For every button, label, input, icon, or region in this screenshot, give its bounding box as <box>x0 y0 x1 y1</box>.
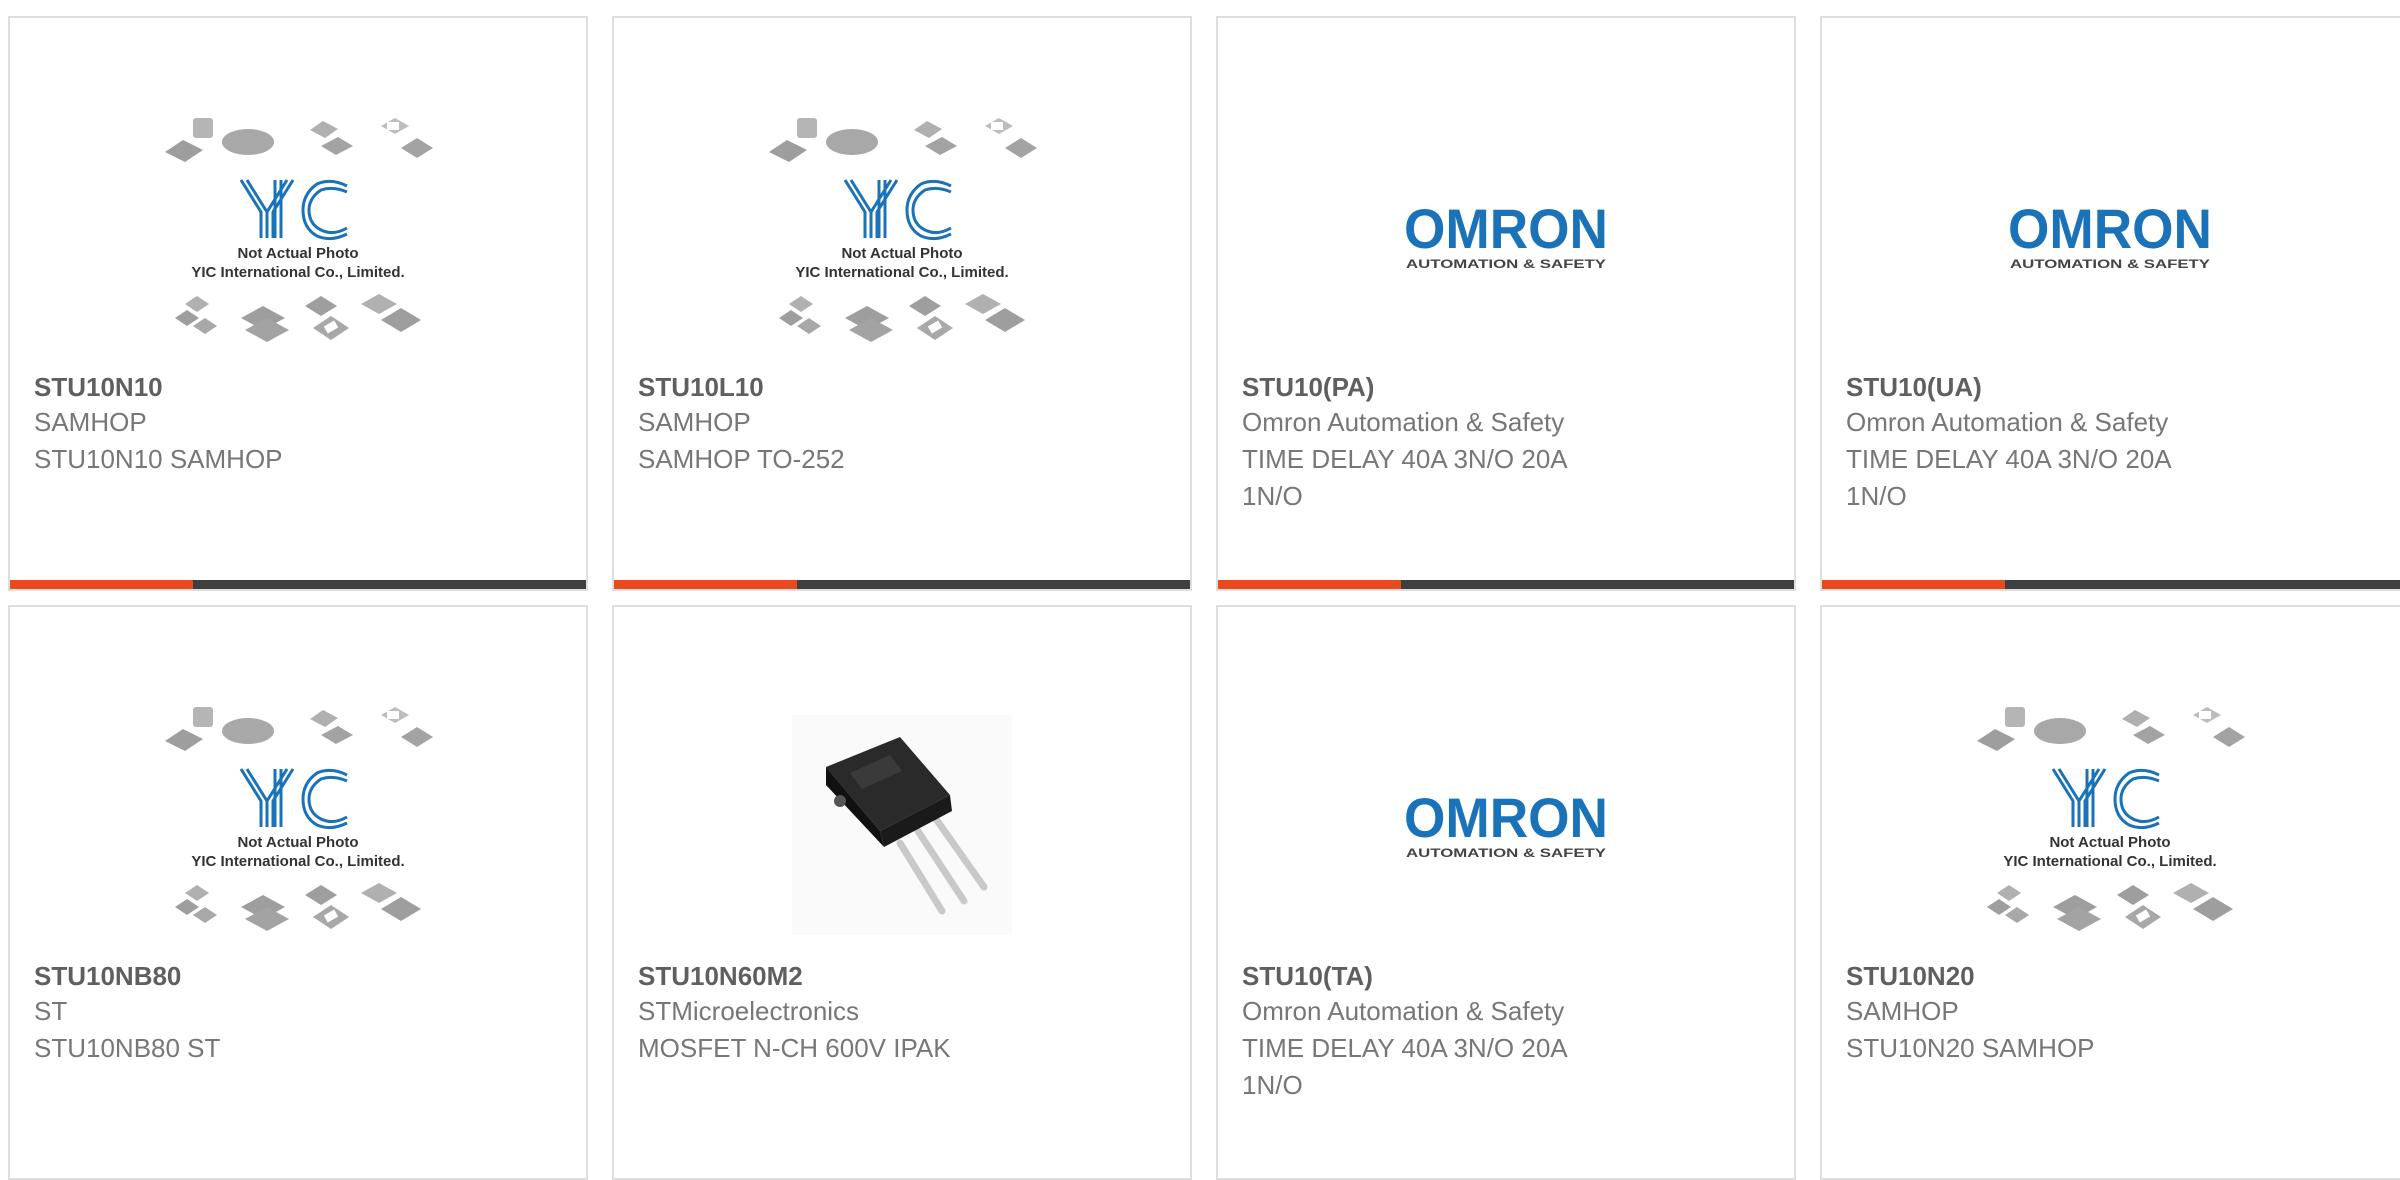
yic-placeholder-image: Not Actual Photo YIC International Co., … <box>769 117 1037 342</box>
product-image[interactable]: OMRON AUTOMATION & SAFETY <box>1218 697 1794 952</box>
product-card[interactable]: Not Actual Photo YIC International Co., … <box>8 16 588 591</box>
card-accent-bar <box>614 580 797 589</box>
card-bottom-bar <box>1218 580 1794 589</box>
card-bottom-bar <box>614 580 1190 589</box>
omron-logo-tagline: AUTOMATION & SAFETY <box>1406 846 1606 860</box>
image-caption: Not Actual Photo <box>237 245 358 262</box>
description: TIME DELAY 40A 3N/O 20A 1N/O <box>1242 444 1567 511</box>
part-number[interactable]: STU10L10 <box>638 370 1166 404</box>
part-number[interactable]: STU10NB80 <box>34 959 562 993</box>
card-accent-bar <box>1218 580 1401 589</box>
product-card[interactable]: Not Actual Photo YIC International Co., … <box>612 16 1192 591</box>
card-accent-bar <box>1822 580 2005 589</box>
image-caption: YIC International Co., Limited. <box>795 264 1008 281</box>
yic-logo <box>239 767 348 829</box>
omron-logo-tagline: AUTOMATION & SAFETY <box>1406 257 1606 271</box>
image-caption: Not Actual Photo <box>237 834 358 851</box>
omron-logo: OMRON AUTOMATION & SAFETY <box>2008 197 2212 271</box>
yic-logo <box>843 178 952 240</box>
part-number[interactable]: STU10N20 <box>1846 959 2382 993</box>
product-card[interactable]: OMRON AUTOMATION & SAFETY STU10(PA) Omro… <box>1216 16 1796 591</box>
manufacturer: Omron Automation & Safety <box>1242 407 1565 437</box>
description: SAMHOP TO-252 <box>638 444 845 474</box>
product-card[interactable]: OMRON AUTOMATION & SAFETY STU10(TA) Omro… <box>1216 605 1796 1180</box>
product-card[interactable]: OMRON AUTOMATION & SAFETY STU10(UA) Omro… <box>1820 16 2400 591</box>
manufacturer: SAMHOP <box>1846 996 1959 1026</box>
product-image[interactable] <box>614 697 1190 952</box>
manufacturer: SAMHOP <box>34 407 147 437</box>
manufacturer: STMicroelectronics <box>638 996 860 1026</box>
manufacturer: ST <box>34 996 68 1026</box>
description: STU10N10 SAMHOP <box>34 444 283 474</box>
manufacturer: SAMHOP <box>638 407 751 437</box>
product-image[interactable]: Not Actual Photo YIC International Co., … <box>10 697 586 952</box>
product-card[interactable]: Not Actual Photo YIC International Co., … <box>1820 605 2400 1180</box>
image-caption: YIC International Co., Limited. <box>2003 853 2216 870</box>
manufacturer: Omron Automation & Safety <box>1242 996 1565 1026</box>
card-bottom-bar <box>10 580 586 589</box>
omron-logo-text: OMRON <box>1404 197 1608 260</box>
omron-logo: OMRON AUTOMATION & SAFETY <box>1404 197 1608 271</box>
product-grid: Not Actual Photo YIC International Co., … <box>0 0 2400 1180</box>
yic-placeholder-image: Not Actual Photo YIC International Co., … <box>1977 706 2245 931</box>
product-image[interactable]: Not Actual Photo YIC International Co., … <box>614 108 1190 363</box>
product-image[interactable]: OMRON AUTOMATION & SAFETY <box>1822 108 2398 363</box>
part-number[interactable]: STU10N10 <box>34 370 562 404</box>
description: TIME DELAY 40A 3N/O 20A 1N/O <box>1242 1033 1567 1100</box>
yic-logo <box>2051 767 2160 829</box>
ipak-transistor-photo <box>792 714 1012 935</box>
image-caption: YIC International Co., Limited. <box>191 853 404 870</box>
description: STU10N20 SAMHOP <box>1846 1033 2095 1063</box>
yic-placeholder-image: Not Actual Photo YIC International Co., … <box>165 117 433 342</box>
product-image[interactable]: OMRON AUTOMATION & SAFETY <box>1218 108 1794 363</box>
yic-logo <box>239 178 348 240</box>
description: STU10NB80 ST <box>34 1033 221 1063</box>
yic-placeholder-image: Not Actual Photo YIC International Co., … <box>165 706 433 931</box>
omron-logo-tagline: AUTOMATION & SAFETY <box>2010 257 2210 271</box>
card-bottom-bar <box>1822 580 2400 589</box>
product-card[interactable]: Not Actual Photo YIC International Co., … <box>8 605 588 1180</box>
image-caption: YIC International Co., Limited. <box>191 264 404 281</box>
part-number[interactable]: STU10N60M2 <box>638 959 1166 993</box>
omron-logo-text: OMRON <box>1404 786 1608 849</box>
card-accent-bar <box>10 580 193 589</box>
part-number[interactable]: STU10(TA) <box>1242 959 1770 993</box>
part-number[interactable]: STU10(PA) <box>1242 370 1770 404</box>
description: TIME DELAY 40A 3N/O 20A 1N/O <box>1846 444 2171 511</box>
image-caption: Not Actual Photo <box>841 245 962 262</box>
image-caption: Not Actual Photo <box>2049 834 2170 851</box>
omron-logo-text: OMRON <box>2008 197 2212 260</box>
product-image[interactable]: Not Actual Photo YIC International Co., … <box>10 108 586 363</box>
part-number[interactable]: STU10(UA) <box>1846 370 2382 404</box>
description: MOSFET N-CH 600V IPAK <box>638 1033 951 1063</box>
omron-logo: OMRON AUTOMATION & SAFETY <box>1404 786 1608 860</box>
manufacturer: Omron Automation & Safety <box>1846 407 2169 437</box>
product-image[interactable]: Not Actual Photo YIC International Co., … <box>1822 697 2398 952</box>
product-card[interactable]: STU10N60M2 STMicroelectronics MOSFET N-C… <box>612 605 1192 1180</box>
